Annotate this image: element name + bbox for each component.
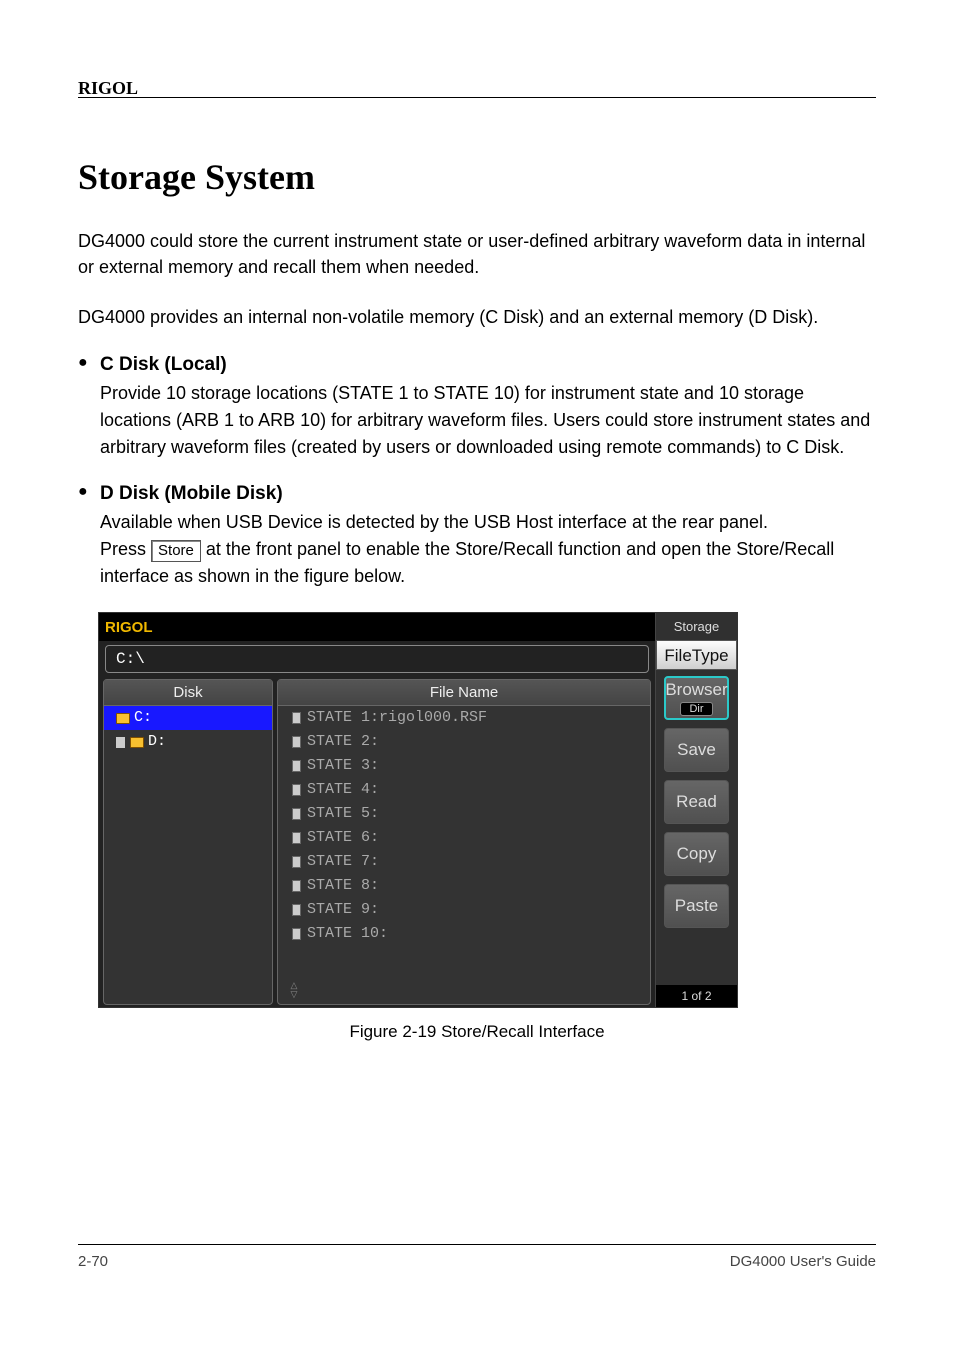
folder-icon (130, 737, 144, 748)
folder-icon (116, 713, 130, 724)
bullet-text: Provide 10 storage locations (STATE 1 to… (100, 380, 876, 461)
instrument-screenshot: RIGOL ⎙ C:\ Storage FileType Browser Dir… (98, 612, 738, 1008)
read-button[interactable]: Read (664, 780, 729, 824)
bullet-text: Available when USB Device is detected by… (100, 509, 876, 590)
disk-row[interactable]: D: (104, 730, 272, 754)
disk-row[interactable]: C: (104, 706, 272, 730)
file-row[interactable]: STATE 5: (278, 802, 650, 826)
file-row[interactable]: STATE 8: (278, 874, 650, 898)
figure-caption: Figure 2-19 Store/Recall Interface (78, 1022, 876, 1042)
screenshot-brand: RIGOL (105, 619, 153, 636)
file-icon (292, 784, 301, 796)
external-disk-icon (116, 737, 125, 748)
file-column: File Name STATE 1:rigol000.RSFSTATE 2:ST… (277, 679, 651, 1005)
file-icon (292, 736, 301, 748)
paste-button[interactable]: Paste (664, 884, 729, 928)
bullet-marker: ● (78, 354, 100, 461)
file-row[interactable]: STATE 2: (278, 730, 650, 754)
file-label: STATE 6: (307, 826, 379, 850)
browser-sub-label: Dir (680, 702, 712, 716)
bullet-text-after: at the front panel to enable the Store/R… (100, 539, 834, 586)
bullet-text-before: Available when USB Device is detected by… (100, 512, 768, 532)
bullet-marker: ● (78, 483, 100, 590)
memory-intro: DG4000 provides an internal non-volatile… (78, 304, 876, 330)
bullet-title: C Disk (Local) (100, 354, 876, 376)
file-icon (292, 760, 301, 772)
filetype-button[interactable]: FileType (656, 640, 737, 670)
page-header: RIGOL (78, 78, 876, 98)
file-icon (292, 928, 301, 940)
disk-label: C: (134, 706, 152, 730)
bullet-body: C Disk (Local) Provide 10 storage locati… (100, 354, 876, 461)
disk-list: C:D: (104, 706, 272, 754)
side-title: Storage (656, 613, 737, 641)
file-row[interactable]: STATE 9: (278, 898, 650, 922)
bullet-c-disk: ● C Disk (Local) Provide 10 storage loca… (78, 354, 876, 461)
file-row[interactable]: STATE 3: (278, 754, 650, 778)
file-icon (292, 712, 301, 724)
bullet-d-disk: ● D Disk (Mobile Disk) Available when US… (78, 483, 876, 590)
file-label: STATE 1:rigol000.RSF (307, 706, 487, 730)
file-label: STATE 4: (307, 778, 379, 802)
file-label: STATE 5: (307, 802, 379, 826)
section-title: Storage System (78, 156, 876, 198)
brand-text: RIGOL (78, 78, 138, 98)
file-label: STATE 7: (307, 850, 379, 874)
side-panel: Storage FileType Browser Dir Save Read C… (655, 613, 737, 1007)
file-row[interactable]: STATE 10: (278, 922, 650, 946)
file-label: STATE 8: (307, 874, 379, 898)
path-bar[interactable]: C:\ (105, 645, 649, 673)
store-keycap: Store (151, 540, 201, 562)
disk-column-header: Disk (104, 680, 272, 706)
file-icon (292, 832, 301, 844)
screenshot-topbar: RIGOL ⎙ (99, 613, 737, 641)
side-page-indicator: 1 of 2 (656, 985, 737, 1007)
press-prefix: Press (100, 539, 151, 559)
save-button[interactable]: Save (664, 728, 729, 772)
copy-button[interactable]: Copy (664, 832, 729, 876)
file-column-header: File Name (278, 680, 650, 706)
file-icon (292, 880, 301, 892)
doc-title-footer: DG4000 User's Guide (730, 1253, 876, 1270)
file-row[interactable]: STATE 7: (278, 850, 650, 874)
bullet-body: D Disk (Mobile Disk) Available when USB … (100, 483, 876, 590)
file-icon (292, 808, 301, 820)
file-icon (292, 856, 301, 868)
file-icon (292, 904, 301, 916)
page-number: 2-70 (78, 1253, 108, 1270)
file-label: STATE 10: (307, 922, 388, 946)
disk-label: D: (148, 730, 166, 754)
file-label: STATE 3: (307, 754, 379, 778)
page-footer: 2-70 DG4000 User's Guide (78, 1244, 876, 1270)
file-label: STATE 9: (307, 898, 379, 922)
file-row[interactable]: STATE 1:rigol000.RSF (278, 706, 650, 730)
screenshot-main: Disk C:D: File Name STATE 1:rigol000.RSF… (99, 677, 655, 1007)
browser-label: Browser (665, 681, 727, 700)
disk-column: Disk C:D: (103, 679, 273, 1005)
scroll-hint-icon: △ ▽ (279, 981, 309, 999)
intro-paragraph: DG4000 could store the current instrumen… (78, 228, 876, 280)
file-row[interactable]: STATE 6: (278, 826, 650, 850)
file-row[interactable]: STATE 4: (278, 778, 650, 802)
bullet-title: D Disk (Mobile Disk) (100, 483, 876, 505)
page-body: Storage System DG4000 could store the cu… (78, 120, 876, 1042)
file-list: STATE 1:rigol000.RSFSTATE 2:STATE 3:STAT… (278, 706, 650, 946)
file-label: STATE 2: (307, 730, 379, 754)
browser-button[interactable]: Browser Dir (664, 676, 729, 720)
